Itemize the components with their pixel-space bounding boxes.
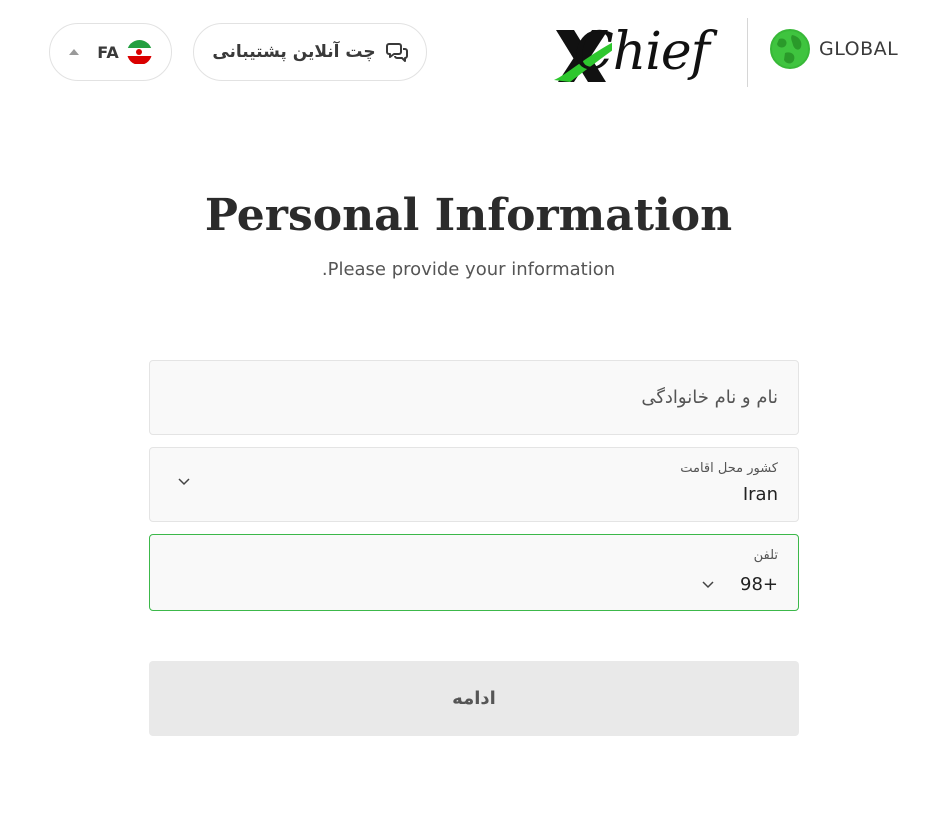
caret-up-icon	[69, 49, 80, 55]
iran-flag-icon	[126, 39, 152, 65]
full-name-field	[149, 360, 799, 435]
chat-bubbles-icon	[385, 43, 408, 62]
chevron-down-icon	[178, 478, 190, 486]
page-title: Personal Information	[204, 190, 733, 241]
phone-country-code[interactable]: +98	[740, 574, 778, 595]
phone-label: تلفن	[753, 548, 778, 563]
continue-button[interactable]: ادامه	[149, 661, 799, 736]
globe-icon	[770, 29, 810, 69]
country-label: کشور محل اقامت	[680, 461, 778, 476]
full-name-input[interactable]	[150, 361, 798, 434]
phone-field[interactable]: تلفن +98	[149, 534, 799, 611]
country-select[interactable]: کشور محل اقامت Iran	[149, 447, 799, 522]
header-divider	[747, 18, 748, 87]
brand-logo[interactable]: Chief	[552, 18, 732, 86]
language-switcher[interactable]: FA	[49, 23, 172, 81]
support-chat-label: چت آنلاین پشتیبانی	[212, 42, 376, 62]
language-code: FA	[97, 42, 119, 62]
logo-text: Chief	[574, 22, 710, 82]
country-value: Iran	[742, 484, 778, 505]
region-label[interactable]: GLOBAL	[819, 38, 898, 60]
page-subtitle: Please provide your information.	[321, 259, 616, 280]
chevron-down-icon[interactable]	[702, 581, 714, 589]
support-chat-button[interactable]: چت آنلاین پشتیبانی	[193, 23, 427, 81]
